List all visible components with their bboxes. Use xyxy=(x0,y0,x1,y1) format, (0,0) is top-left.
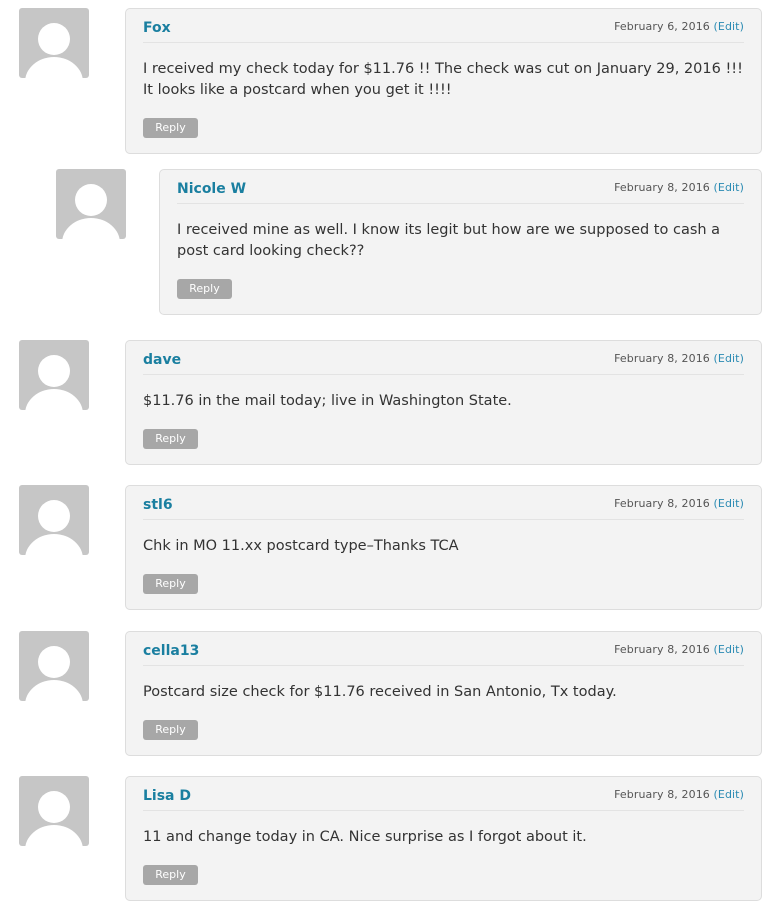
default-avatar-icon xyxy=(56,169,126,239)
comment-meta: February 8, 2016 (Edit) xyxy=(614,788,744,801)
default-avatar-icon xyxy=(19,631,89,701)
comment-text: 11 and change today in CA. Nice surprise… xyxy=(143,829,587,845)
comment-meta: February 8, 2016 (Edit) xyxy=(614,643,744,656)
comment-date: February 8, 2016 xyxy=(614,181,710,194)
comment-date: February 8, 2016 xyxy=(614,643,710,656)
comment-text: $11.76 in the mail today; live in Washin… xyxy=(143,393,512,409)
comment-meta: February 8, 2016 (Edit) xyxy=(614,497,744,510)
comment-author[interactable]: dave xyxy=(143,352,181,368)
edit-link[interactable]: (Edit) xyxy=(714,352,745,365)
comment-bubble: stl6 February 8, 2016 (Edit) Chk in MO 1… xyxy=(125,485,762,610)
divider xyxy=(143,42,744,43)
comment-date: February 8, 2016 xyxy=(614,788,710,801)
divider xyxy=(177,203,744,204)
divider xyxy=(143,519,744,520)
edit-link[interactable]: (Edit) xyxy=(714,20,745,33)
comment-date: February 8, 2016 xyxy=(614,497,710,510)
comment-meta: February 8, 2016 (Edit) xyxy=(614,352,744,365)
default-avatar-icon xyxy=(19,776,89,846)
divider xyxy=(143,374,744,375)
reply-button[interactable]: Reply xyxy=(177,279,232,299)
edit-link[interactable]: (Edit) xyxy=(714,788,745,801)
comment-author[interactable]: stl6 xyxy=(143,497,173,513)
default-avatar-icon xyxy=(19,340,89,410)
comment-author[interactable]: Lisa D xyxy=(143,788,191,804)
comment-author[interactable]: Nicole W xyxy=(177,181,246,197)
comment-meta: February 8, 2016 (Edit) xyxy=(614,181,744,194)
comment-bubble: Nicole W February 8, 2016 (Edit) I recei… xyxy=(159,169,762,315)
comment-meta: February 6, 2016 (Edit) xyxy=(614,20,744,33)
reply-button[interactable]: Reply xyxy=(143,429,198,449)
comment-bubble: Fox February 6, 2016 (Edit) I received m… xyxy=(125,8,762,154)
edit-link[interactable]: (Edit) xyxy=(714,181,745,194)
comment-author[interactable]: cella13 xyxy=(143,643,199,659)
default-avatar-icon xyxy=(19,485,89,555)
reply-button[interactable]: Reply xyxy=(143,118,198,138)
comment-text: I received mine as well. I know its legi… xyxy=(177,222,721,259)
comment-date: February 8, 2016 xyxy=(614,352,710,365)
comment-bubble: dave February 8, 2016 (Edit) $11.76 in t… xyxy=(125,340,762,465)
edit-link[interactable]: (Edit) xyxy=(714,643,745,656)
comment-bubble: Lisa D February 8, 2016 (Edit) 11 and ch… xyxy=(125,776,762,901)
comment-bubble: cella13 February 8, 2016 (Edit) Postcard… xyxy=(125,631,762,756)
comment-text: Postcard size check for $11.76 received … xyxy=(143,684,617,700)
comment-date: February 6, 2016 xyxy=(614,20,710,33)
comment-text: I received my check today for $11.76 !! … xyxy=(143,61,743,98)
divider xyxy=(143,810,744,811)
reply-button[interactable]: Reply xyxy=(143,865,198,885)
default-avatar-icon xyxy=(19,8,89,78)
edit-link[interactable]: (Edit) xyxy=(714,497,745,510)
divider xyxy=(143,665,744,666)
comment-text: Chk in MO 11.xx postcard type–Thanks TCA xyxy=(143,538,459,554)
comment-author[interactable]: Fox xyxy=(143,20,171,36)
reply-button[interactable]: Reply xyxy=(143,574,198,594)
reply-button[interactable]: Reply xyxy=(143,720,198,740)
